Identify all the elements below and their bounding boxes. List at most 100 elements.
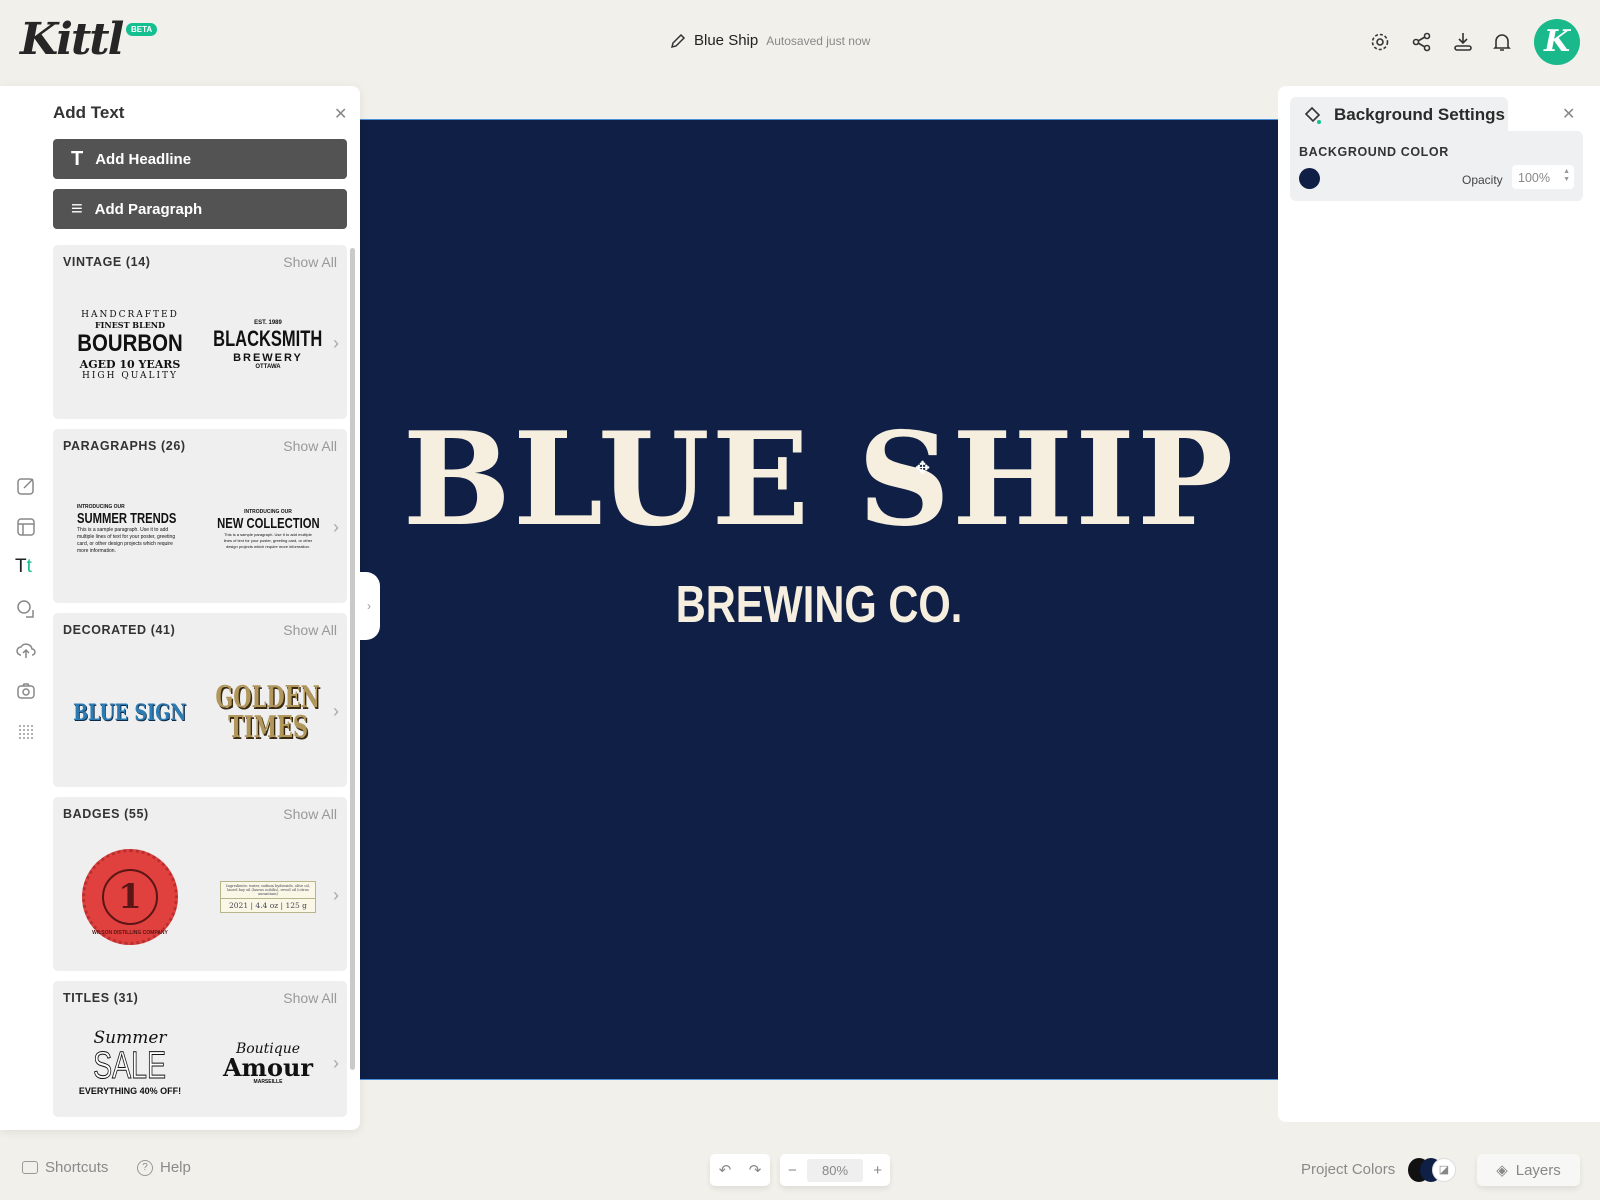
thumb-text: FINEST BLEND	[94, 319, 166, 330]
edit-colors-icon[interactable]: ◪	[1432, 1158, 1456, 1182]
beta-badge: BETA	[126, 23, 158, 36]
template-golden-times[interactable]: GOLDEN TIMES	[203, 653, 333, 773]
share-icon[interactable]	[1410, 30, 1434, 54]
thumb-text: BLACKSMITH	[213, 326, 323, 351]
thumb-text: Amour	[222, 1052, 314, 1082]
template-boutique-amour[interactable]: Boutique Amour MARSEILLE	[203, 1011, 333, 1115]
background-color-section: BACKGROUND COLOR Opacity 100% ▲ ▼	[1290, 131, 1583, 201]
category-label: VINTAGE (14)	[63, 255, 151, 269]
background-settings-panel	[1278, 86, 1600, 1122]
zoom-in-button[interactable]: +	[873, 1162, 882, 1179]
thumb-text: SUMMER TRENDS	[77, 509, 177, 527]
project-title[interactable]: Blue Ship Autosaved just now	[670, 32, 870, 49]
redo-icon[interactable]: ↷	[749, 1161, 762, 1179]
shortcuts-label: Shortcuts	[45, 1159, 109, 1176]
zoom-control: − 80% +	[780, 1154, 890, 1186]
background-settings-tab: Background Settings	[1290, 97, 1508, 133]
category-label: TITLES (31)	[63, 991, 139, 1005]
category-card-decorated[interactable]: DECORATED (41) Show All BLUE SIGN GOLDEN…	[53, 613, 347, 787]
thumb-text: HANDCRAFTED	[81, 309, 179, 320]
camera-icon[interactable]	[14, 679, 38, 703]
template-summer-sale[interactable]: Summer SALE EVERYTHING 40% OFF!	[65, 1011, 195, 1115]
show-all-link[interactable]: Show All	[283, 990, 337, 1006]
template-ingredients-label[interactable]: Ingredients: water, sodium hydroxide, ol…	[203, 837, 333, 957]
edit-icon[interactable]	[14, 474, 38, 498]
show-all-link[interactable]: Show All	[283, 254, 337, 270]
category-card-badges[interactable]: BADGES (55) Show All 1 WILSON DISTILLING…	[53, 797, 347, 971]
project-colors-label: Project Colors	[1301, 1161, 1396, 1178]
add-paragraph-button[interactable]: ≡ Add Paragraph	[53, 189, 347, 229]
shortcuts-button[interactable]: Shortcuts	[22, 1159, 108, 1176]
thumb-text: AGED 10 YEARS	[79, 357, 181, 371]
template-bourbon[interactable]: HANDCRAFTED FINEST BLEND BOURBON AGED 10…	[65, 285, 195, 405]
design-canvas[interactable]: BLUE SHIP BREWING CO. ✥	[360, 119, 1278, 1080]
opacity-label: Opacity	[1462, 173, 1503, 187]
add-text-panel	[0, 86, 360, 1130]
paragraph-lines-icon: ≡	[71, 197, 83, 220]
download-icon[interactable]	[1451, 30, 1475, 54]
shapes-icon[interactable]	[14, 597, 38, 621]
thumb-text: BLUE SIGN	[73, 700, 187, 726]
avatar[interactable]: K	[1534, 19, 1580, 65]
text-icon[interactable]: Tt	[15, 556, 32, 578]
zoom-level[interactable]: 80%	[806, 1158, 864, 1182]
layers-button[interactable]: ◈ Layers	[1477, 1154, 1580, 1186]
canvas-subline[interactable]: BREWING CO.	[452, 575, 1186, 635]
add-headline-button[interactable]: T Add Headline	[53, 139, 347, 179]
template-wilson-badge[interactable]: 1 WILSON DISTILLING COMPANY	[65, 837, 195, 957]
show-all-link[interactable]: Show All	[283, 806, 337, 822]
thumb-text: BREWERY	[233, 352, 303, 364]
settings-icon[interactable]	[1368, 30, 1392, 54]
chevron-right-icon[interactable]: ›	[333, 1053, 339, 1074]
panel-title: Background Settings	[1334, 105, 1505, 124]
opacity-input[interactable]: 100% ▲ ▼	[1512, 165, 1574, 189]
chevron-right-icon[interactable]: ›	[333, 517, 339, 538]
close-settings-icon[interactable]: ✕	[1562, 104, 1575, 124]
template-blue-sign[interactable]: BLUE SIGN	[65, 653, 195, 773]
thumb-text: HIGH QUALITY	[82, 370, 178, 381]
thumb-text: This is a sample paragraph. Use it to ad…	[77, 526, 176, 554]
template-summer-trends[interactable]: INTRODUCING OUR SUMMER TRENDS This is a …	[65, 469, 195, 589]
chevron-right-icon[interactable]: ›	[333, 885, 339, 906]
bell-icon[interactable]	[1490, 30, 1514, 54]
pattern-icon[interactable]	[14, 720, 38, 744]
chevron-right-icon[interactable]: ›	[333, 701, 339, 722]
canvas-headline[interactable]: BLUE SHIP	[360, 405, 1278, 555]
thumb-text: TIMES	[228, 710, 308, 745]
zoom-out-button[interactable]: −	[788, 1162, 797, 1179]
templates-icon[interactable]	[14, 515, 38, 539]
upload-icon[interactable]	[14, 638, 38, 662]
chevron-right-icon[interactable]: ›	[333, 333, 339, 354]
category-card-titles[interactable]: TITLES (31) Show All Summer SALE EVERYTH…	[53, 981, 347, 1117]
close-panel-icon[interactable]: ✕	[334, 104, 347, 124]
collapse-panel-handle[interactable]: ›	[358, 572, 380, 640]
kittl-logo[interactable]: Kittl	[20, 14, 124, 65]
help-label: Help	[160, 1159, 191, 1176]
thumb-text: EVERYTHING 40% OFF!	[78, 1086, 182, 1096]
project-name[interactable]: Blue Ship	[694, 32, 758, 49]
help-button[interactable]: ? Help	[137, 1159, 191, 1176]
add-paragraph-label: Add Paragraph	[94, 200, 203, 218]
panel-scrollbar[interactable]	[350, 248, 355, 1070]
help-icon: ?	[137, 1159, 153, 1176]
seal-badge: 1 WILSON DISTILLING COMPANY	[82, 849, 178, 945]
category-card-paragraphs[interactable]: PARAGRAPHS (26) Show All INTRODUCING OUR…	[53, 429, 347, 603]
template-new-collection[interactable]: INTRODUCING OUR NEW COLLECTION This is a…	[203, 469, 333, 589]
thumb-text: MARSEILLE	[253, 1078, 283, 1085]
category-card-vintage[interactable]: VINTAGE (14) Show All HANDCRAFTED FINEST…	[53, 245, 347, 419]
section-label: BACKGROUND COLOR	[1299, 145, 1449, 159]
category-label: PARAGRAPHS (26)	[63, 439, 186, 453]
layers-label: Layers	[1515, 1161, 1561, 1179]
headline-t-icon: T	[71, 147, 84, 170]
thumb-text: GOLDEN	[215, 680, 321, 715]
stepper-icon[interactable]: ▲ ▼	[1563, 168, 1570, 184]
paint-bucket-icon	[1304, 106, 1321, 124]
template-blacksmith[interactable]: EST. 1989 BLACKSMITH BREWERY OTTAWA	[203, 285, 333, 405]
move-cursor-icon: ✥	[915, 458, 931, 478]
show-all-link[interactable]: Show All	[283, 622, 337, 638]
badge-number: 1	[102, 869, 158, 925]
keyboard-icon	[22, 1161, 38, 1174]
color-swatch[interactable]	[1299, 168, 1320, 189]
undo-icon[interactable]: ↶	[719, 1161, 732, 1179]
show-all-link[interactable]: Show All	[283, 438, 337, 454]
